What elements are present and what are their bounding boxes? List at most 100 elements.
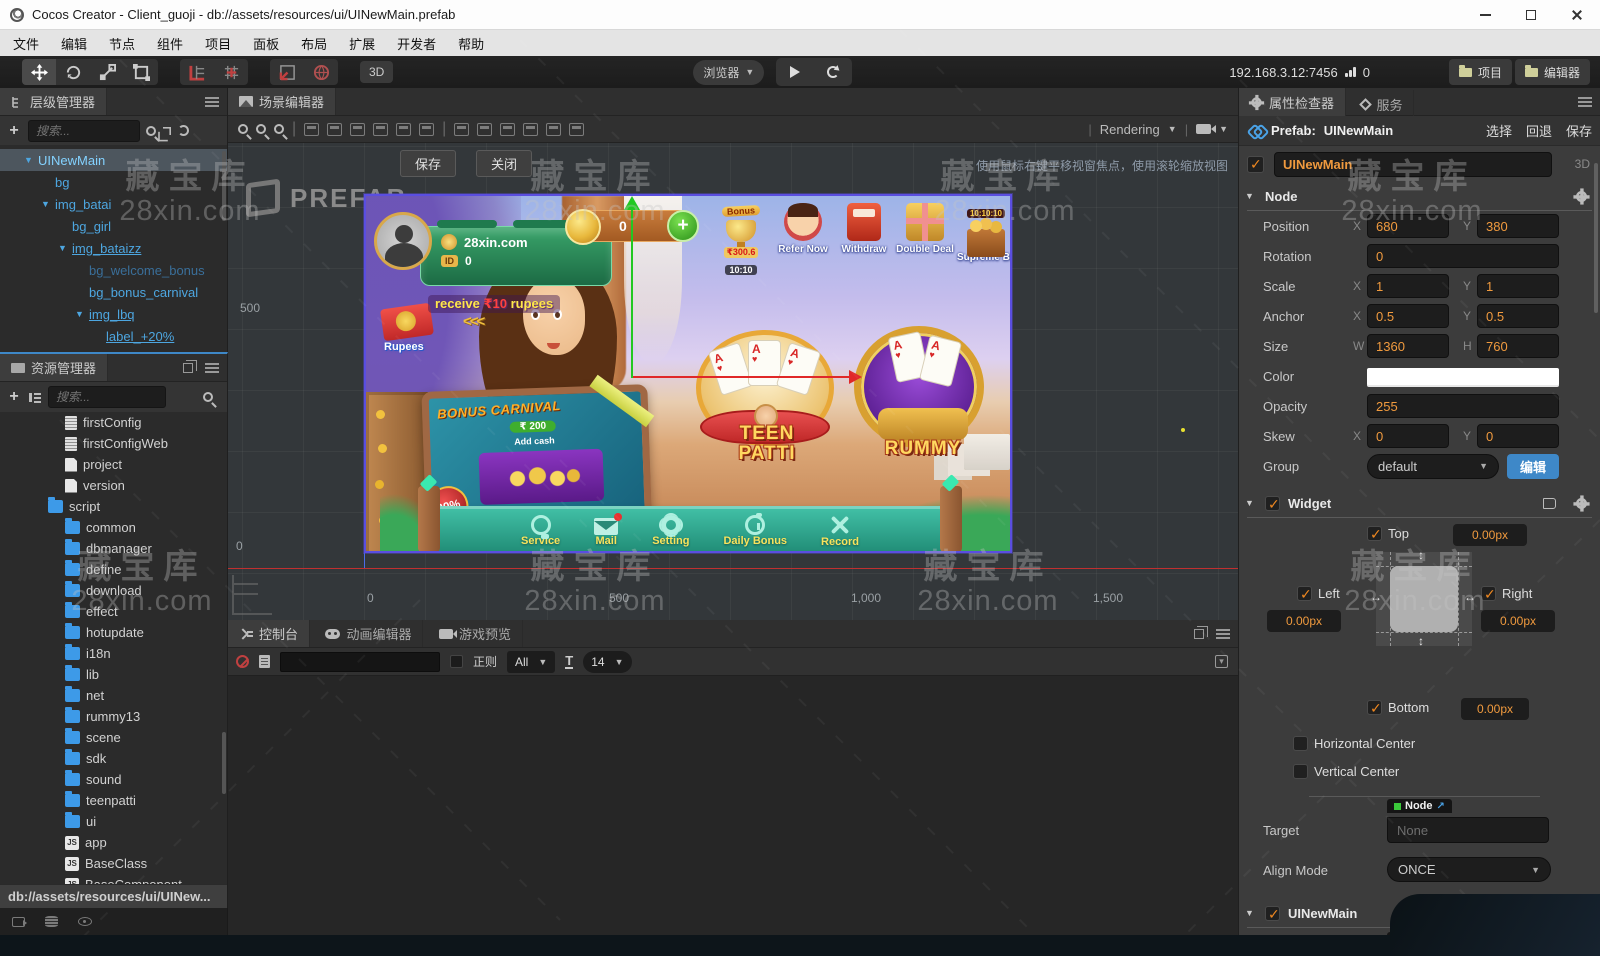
teen-patti-button[interactable]: A ♥ A ♥ A ♥ TEEN PATTI — [692, 330, 842, 470]
asset-row[interactable]: scene — [0, 727, 227, 748]
vertical-center-checkbox[interactable]: Vertical Center — [1293, 764, 1399, 779]
panel-menu-icon[interactable] — [1578, 96, 1592, 107]
node-name-input[interactable]: UINewMain — [1274, 151, 1552, 177]
color-swatch[interactable] — [1367, 367, 1559, 385]
local-view-button[interactable] — [270, 59, 304, 85]
gizmo-y-axis[interactable] — [631, 208, 633, 378]
font-size-dropdown[interactable]: 14 ▼ — [583, 650, 632, 673]
size-w-input[interactable]: 1360 — [1367, 334, 1449, 358]
asset-row[interactable]: download — [0, 580, 227, 601]
tab-service[interactable]: 服务 — [1350, 90, 1415, 118]
same-size-icon[interactable] — [569, 122, 585, 136]
scale-tool-button[interactable] — [90, 59, 124, 85]
hierarchy-node-row[interactable]: bg_bonus_carnival — [0, 281, 227, 303]
asset-row[interactable]: BaseClass — [0, 853, 227, 874]
refresh-icon[interactable] — [178, 125, 189, 136]
align-left-checkbox[interactable]: Left — [1297, 586, 1340, 603]
player-avatar[interactable] — [374, 212, 432, 270]
scrollbar[interactable] — [222, 151, 226, 221]
global-view-button[interactable] — [304, 59, 338, 85]
nav-item[interactable]: Service — [521, 514, 560, 547]
tree-arrow-icon[interactable] — [41, 199, 55, 209]
panel-menu-icon[interactable] — [205, 96, 219, 107]
shop-item[interactable]: Double Deal — [896, 203, 954, 263]
menu-item[interactable]: 组件 — [146, 30, 194, 56]
hierarchy-node-row[interactable]: bg_girl — [0, 215, 227, 237]
gear-icon[interactable] — [1573, 187, 1590, 205]
close-button[interactable] — [1554, 0, 1600, 30]
eye-icon[interactable] — [78, 917, 92, 926]
asset-row[interactable]: common — [0, 517, 227, 538]
prefab-save-button[interactable]: 保存 — [1566, 121, 1592, 140]
widget-section-header[interactable]: ▼ Widget — [1239, 489, 1600, 517]
tree-arrow-icon[interactable] — [58, 243, 72, 253]
distribute-v-icon[interactable] — [477, 122, 493, 136]
skew-x-input[interactable]: 0 — [1367, 424, 1449, 448]
asset-row[interactable]: project — [0, 454, 227, 475]
asset-row[interactable]: teenpatti — [0, 790, 227, 811]
asset-row[interactable]: define — [0, 559, 227, 580]
align-top-icon[interactable] — [373, 122, 389, 136]
group-edit-button[interactable]: 编辑 — [1507, 453, 1559, 479]
script-enabled-checkbox[interactable] — [1265, 905, 1280, 923]
3d-mode-toggle[interactable]: 3D — [360, 61, 394, 83]
expand-all-icon[interactable] — [158, 126, 171, 141]
preview-target-dropdown[interactable]: 浏览器 ▼ — [693, 59, 765, 85]
menu-item[interactable]: 开发者 — [386, 30, 447, 56]
rotation-input[interactable]: 0 — [1367, 244, 1559, 268]
prefab-revert-button[interactable]: 回退 — [1526, 121, 1552, 140]
tab-scene-editor[interactable]: 场景编辑器 — [228, 88, 337, 115]
nav-item[interactable]: Daily Bonus — [723, 512, 787, 547]
database-icon[interactable] — [45, 916, 58, 927]
panel-menu-icon[interactable] — [205, 362, 219, 373]
open-editor-button[interactable]: 编辑器 — [1514, 59, 1590, 85]
gizmo-x-arrowhead[interactable] — [849, 370, 862, 384]
camera-icon[interactable] — [1196, 124, 1217, 134]
menu-item[interactable]: 节点 — [98, 30, 146, 56]
pivot-position-button[interactable] — [180, 59, 214, 85]
tab-hierarchy[interactable]: 层级管理器 — [0, 88, 108, 115]
widget-enabled-checkbox[interactable] — [1265, 495, 1280, 513]
asset-row[interactable]: ui — [0, 811, 227, 832]
bonus-trophy[interactable]: Bonus ₹300.6 10:10 — [714, 201, 768, 281]
asset-row[interactable]: firstConfigWeb — [0, 433, 227, 454]
open-project-button[interactable]: 项目 — [1448, 59, 1512, 85]
same-width-icon[interactable] — [523, 122, 539, 136]
clear-log-icon[interactable] — [236, 655, 249, 668]
asset-row[interactable]: app — [0, 832, 227, 853]
align-top-input[interactable]: 0.00px — [1453, 524, 1527, 546]
gear-icon[interactable] — [1573, 494, 1590, 512]
chevron-down-icon[interactable]: ▼ — [1219, 124, 1228, 134]
align-bottom-input[interactable]: 0.00px — [1461, 698, 1529, 720]
prefab-select-button[interactable]: 选择 — [1486, 121, 1512, 140]
target-value[interactable]: None — [1387, 817, 1549, 843]
asset-row[interactable]: sdk — [0, 748, 227, 769]
rotate-tool-button[interactable] — [56, 59, 90, 85]
regex-checkbox[interactable] — [450, 655, 463, 668]
menu-item[interactable]: 面板 — [242, 30, 290, 56]
asset-row[interactable]: BaseComponent — [0, 874, 227, 884]
align-bottom-checkbox[interactable]: Bottom — [1367, 700, 1429, 717]
log-file-icon[interactable] — [259, 655, 270, 668]
align-bottom-icon[interactable] — [419, 122, 435, 136]
align-v-center-icon[interactable] — [396, 122, 412, 136]
add-node-button[interactable]: + — [6, 122, 22, 140]
collapse-log-icon[interactable]: ▾ — [1215, 655, 1228, 668]
menu-item[interactable]: 文件 — [2, 30, 50, 56]
skew-y-input[interactable]: 0 — [1477, 424, 1559, 448]
add-coins-button[interactable]: + — [667, 210, 699, 242]
minimize-button[interactable] — [1462, 0, 1508, 30]
scrollbar[interactable] — [222, 732, 226, 794]
distribute-h-icon[interactable] — [454, 122, 470, 136]
log-level-dropdown[interactable]: All ▼ — [507, 650, 556, 673]
tab-inspector[interactable]: 属性检查器 — [1239, 88, 1347, 116]
nav-item[interactable]: Record — [821, 514, 859, 548]
menu-item[interactable]: 项目 — [194, 30, 242, 56]
assets-search-input[interactable] — [48, 386, 166, 408]
tab-assets[interactable]: 资源管理器 — [0, 354, 109, 381]
same-height-icon[interactable] — [546, 122, 562, 136]
asset-row[interactable]: script — [0, 496, 227, 517]
hierarchy-node-row[interactable]: img_batai — [0, 193, 227, 215]
menu-item[interactable]: 布局 — [290, 30, 338, 56]
zoom-fit-icon[interactable] — [274, 124, 284, 134]
